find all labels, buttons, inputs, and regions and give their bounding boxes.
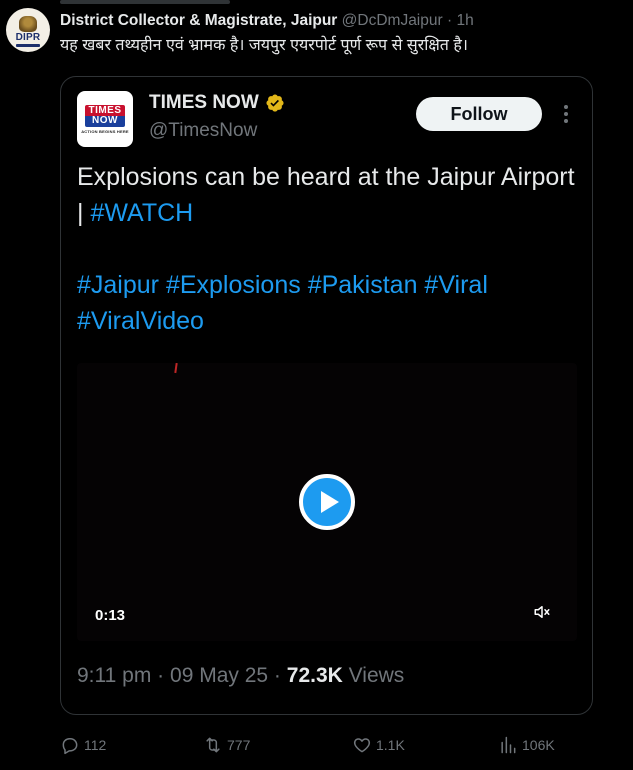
- logo-tagline: ACTION BEGINS HERE: [81, 128, 129, 134]
- meta-separator-1: ·: [157, 664, 165, 687]
- play-button[interactable]: [299, 474, 355, 530]
- more-icon[interactable]: [558, 102, 574, 126]
- avatar-underline: [16, 43, 40, 47]
- quoted-date[interactable]: 09 May 25: [170, 664, 268, 687]
- follow-button[interactable]: Follow: [416, 97, 542, 131]
- quoted-tweet-text: Explosions can be heard at the Jaipur Ai…: [77, 159, 577, 231]
- like-count: 1.1K: [376, 737, 405, 753]
- logo-line1: TIMES: [85, 104, 125, 116]
- meta-separator-2: ·: [273, 664, 281, 687]
- emblem-icon: [19, 15, 37, 32]
- previous-tweet-divider: [60, 0, 230, 4]
- video-player[interactable]: 0:13: [77, 363, 577, 641]
- verified-icon: [266, 94, 284, 112]
- author-name[interactable]: District Collector & Magistrate, Jaipur: [60, 12, 337, 29]
- retweet-button[interactable]: 777: [203, 733, 250, 757]
- tweet-header: District Collector & Magistrate, Jaipur …: [60, 11, 474, 31]
- author-handle[interactable]: @DcDmJaipur: [342, 12, 443, 29]
- hashtag-watch[interactable]: #WATCH: [90, 199, 193, 227]
- quoted-tweet-card[interactable]: TIMES NOW ACTION BEGINS HERE TIMES NOW @…: [60, 76, 593, 715]
- author-avatar[interactable]: DIPR: [6, 8, 50, 52]
- quoted-hashtags[interactable]: #Jaipur #Explosions #Pakistan #Viral #Vi…: [77, 267, 577, 339]
- quoted-views-count: 72.3K: [286, 664, 343, 687]
- logo-line2: NOW: [85, 115, 125, 127]
- reply-button[interactable]: 112: [60, 733, 106, 757]
- volume-icon[interactable]: [532, 603, 552, 621]
- quoted-tweet-meta: 9:11 pm · 09 May 25 · 72.3K Views: [77, 663, 404, 689]
- play-icon: [320, 491, 339, 513]
- quoted-time[interactable]: 9:11 pm: [77, 664, 151, 687]
- retweet-count: 777: [227, 737, 251, 753]
- reply-icon: [62, 738, 78, 755]
- quoted-author-name-row[interactable]: TIMES NOW: [149, 91, 285, 115]
- like-button[interactable]: 1.1K: [352, 733, 405, 757]
- action-bar: 112 777 1.1K 106K: [60, 733, 600, 757]
- reply-count: 112: [84, 737, 107, 753]
- like-icon: [353, 738, 371, 753]
- tweet-page: DIPR District Collector & Magistrate, Ja…: [0, 0, 633, 770]
- video-frame-light: [174, 363, 178, 374]
- quoted-author-name[interactable]: TIMES NOW: [149, 91, 259, 115]
- tweet-text: यह खबर तथ्यहीन एवं भ्रामक है। जयपुर एयरप…: [60, 37, 468, 54]
- video-duration: 0:13: [95, 607, 126, 624]
- retweet-icon: [206, 737, 220, 753]
- avatar-label: DIPR: [15, 31, 41, 43]
- tweet-time[interactable]: 1h: [456, 12, 473, 29]
- quoted-author-handle[interactable]: @TimesNow: [149, 119, 257, 143]
- header-separator: ·: [446, 12, 453, 29]
- quoted-author-avatar[interactable]: TIMES NOW ACTION BEGINS HERE: [77, 91, 133, 147]
- views-count: 106K: [522, 737, 555, 753]
- quoted-views-label: Views: [348, 664, 405, 687]
- views-button[interactable]: 106K: [498, 733, 555, 757]
- views-icon: [501, 736, 516, 754]
